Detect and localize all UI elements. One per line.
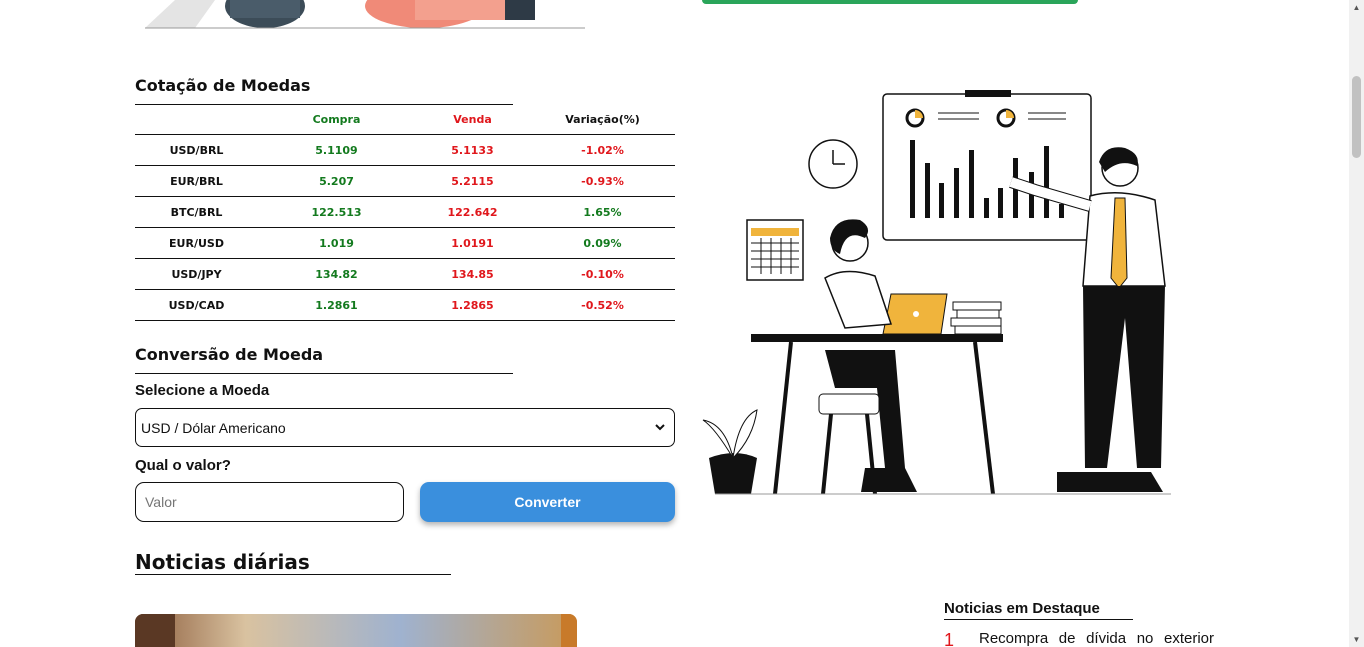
- table-row: EUR/USD 1.019 1.0191 0.09%: [135, 228, 675, 259]
- change-cell: 1.65%: [583, 205, 622, 219]
- currency-select[interactable]: USD / Dólar Americano: [135, 408, 675, 447]
- pair-cell: EUR/USD: [169, 236, 224, 250]
- header-buy: Compra: [312, 112, 361, 126]
- pair-cell: EUR/BRL: [170, 174, 223, 188]
- page-scrollbar[interactable]: ▲ ▼: [1349, 0, 1364, 647]
- change-cell: -0.10%: [581, 267, 624, 281]
- table-row: USD/BRL 5.1109 5.1133 -1.02%: [135, 135, 675, 166]
- quotes-table: Compra Venda Variação(%) USD/BRL 5.1109 …: [135, 104, 675, 321]
- buy-cell: 1.019: [319, 236, 354, 250]
- news-image[interactable]: [135, 614, 577, 647]
- value-input[interactable]: [135, 482, 404, 522]
- finance-illustration: [695, 88, 1205, 500]
- table-row: USD/CAD 1.2861 1.2865 -0.52%: [135, 290, 675, 321]
- buy-cell: 1.2861: [315, 298, 358, 312]
- scrollbar-thumb[interactable]: [1352, 76, 1361, 158]
- buy-cell: 5.1109: [315, 143, 358, 157]
- top-green-bar: [702, 0, 1078, 4]
- featured-item-number: 1: [944, 630, 955, 647]
- converter-title-underline: [135, 373, 513, 374]
- featured-news-title: Noticias em Destaque: [944, 600, 1100, 617]
- header-change: Variação(%): [565, 112, 640, 126]
- pair-cell: USD/JPY: [171, 267, 222, 281]
- buy-cell: 5.207: [319, 174, 354, 188]
- sell-cell: 5.2115: [451, 174, 494, 188]
- change-cell: -0.52%: [581, 298, 624, 312]
- table-row: BTC/BRL 122.513 122.642 1.65%: [135, 197, 675, 228]
- buy-cell: 122.513: [311, 205, 362, 219]
- quotes-title: Cotação de Moedas: [135, 76, 311, 95]
- daily-news-title: Noticias diárias: [135, 550, 310, 574]
- pair-cell: USD/BRL: [169, 143, 224, 157]
- top-illustration: [135, 0, 595, 30]
- buy-cell: 134.82: [315, 267, 358, 281]
- header-sell: Venda: [453, 112, 492, 126]
- table-row: USD/JPY 134.82 134.85 -0.10%: [135, 259, 675, 290]
- sell-cell: 122.642: [447, 205, 498, 219]
- featured-item-link[interactable]: Recompra de dívida no exterior: [979, 630, 1214, 647]
- scroll-down-arrow-icon[interactable]: ▼: [1349, 632, 1364, 647]
- sell-cell: 1.2865: [451, 298, 494, 312]
- sell-cell: 1.0191: [451, 236, 494, 250]
- scroll-up-arrow-icon[interactable]: ▲: [1349, 0, 1364, 15]
- change-cell: -0.93%: [581, 174, 624, 188]
- pair-cell: USD/CAD: [168, 298, 225, 312]
- sell-cell: 5.1133: [451, 143, 494, 157]
- value-label: Qual o valor?: [135, 457, 231, 474]
- convert-button[interactable]: Converter: [420, 482, 675, 522]
- sell-cell: 134.85: [451, 267, 494, 281]
- daily-news-underline: [135, 574, 451, 575]
- select-currency-label: Selecione a Moeda: [135, 382, 270, 399]
- featured-news-underline: [944, 619, 1133, 620]
- chevron-down-icon: [655, 424, 665, 431]
- table-row: EUR/BRL 5.207 5.2115 -0.93%: [135, 166, 675, 197]
- change-cell: -1.02%: [581, 143, 624, 157]
- currency-select-value: USD / Dólar Americano: [141, 419, 286, 436]
- change-cell: 0.09%: [583, 236, 622, 250]
- pair-cell: BTC/BRL: [170, 205, 223, 219]
- converter-title: Conversão de Moeda: [135, 345, 324, 364]
- table-header: Compra Venda Variação(%): [135, 104, 675, 135]
